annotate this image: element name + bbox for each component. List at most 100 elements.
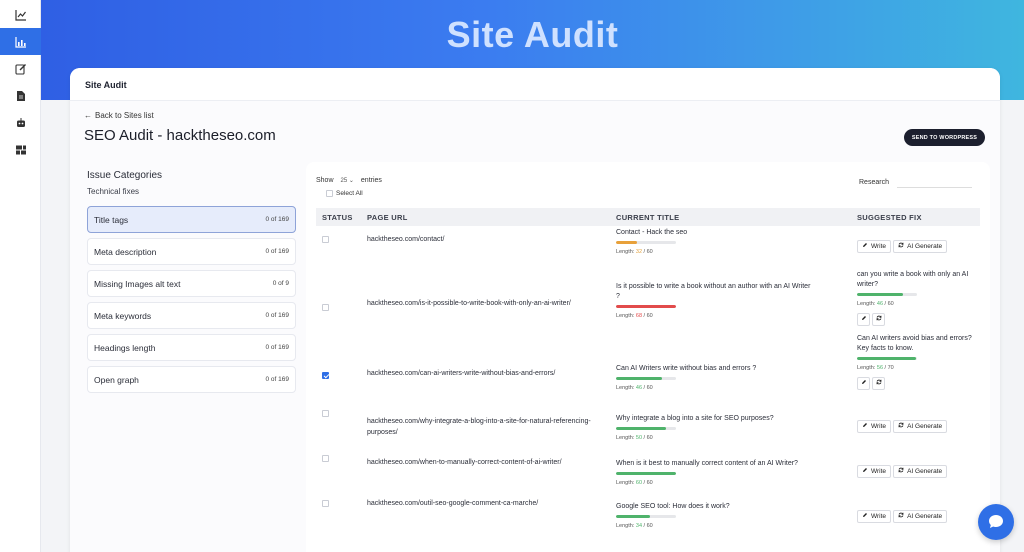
chat-widget-button[interactable] — [978, 504, 1014, 540]
col-suggested-fix: SUGGESTED FIX — [857, 212, 922, 222]
edit-suggestion-button[interactable] — [857, 377, 870, 390]
research-label: Research — [859, 178, 889, 186]
current-title: Google SEO tool: How does it work? Length… — [616, 502, 816, 531]
title-length-bar — [616, 427, 676, 430]
select-all[interactable]: Select All — [326, 190, 363, 197]
write-button[interactable]: Write — [857, 465, 892, 478]
issue-label: Open graph — [94, 374, 139, 385]
regenerate-button[interactable] — [872, 313, 885, 326]
row-checkbox[interactable] — [322, 410, 329, 417]
rail-site-audit[interactable] — [0, 28, 41, 55]
col-status: STATUS — [322, 212, 353, 222]
suggested-fix: Can AI writers avoid bias and errors? Ke… — [857, 334, 977, 390]
issue-count: 0 of 169 — [265, 376, 290, 383]
row-checkbox[interactable] — [322, 372, 329, 379]
title-length: Length: 60 / 60 — [616, 480, 653, 486]
page-url: hacktheseo.com/can-ai-writers-write-with… — [367, 370, 556, 377]
write-button[interactable]: Write — [857, 510, 892, 523]
chevron-down-icon: ⌄ — [348, 178, 354, 184]
refresh-icon — [876, 315, 882, 325]
ai-generate-button[interactable]: AI Generate — [893, 420, 948, 433]
current-title-text: Google SEO tool: How does it work? — [616, 503, 730, 510]
row-checkbox[interactable] — [322, 236, 329, 243]
issue-open-graph[interactable]: Open graph 0 of 169 — [87, 366, 296, 393]
research-box: Research — [859, 176, 972, 188]
entries-value: 25 — [340, 178, 348, 184]
issue-title-tags[interactable]: Title tags 0 of 169 — [87, 206, 296, 233]
issue-count: 0 of 169 — [265, 344, 290, 351]
ai-generate-button[interactable]: AI Generate — [893, 510, 948, 523]
select-all-label: Select All — [336, 190, 363, 197]
issue-label: Title tags — [94, 214, 129, 225]
write-button[interactable]: Write — [857, 240, 892, 253]
ai-generate-button[interactable]: AI Generate — [893, 465, 948, 478]
current-title: Why integrate a blog into a site for SEO… — [616, 414, 816, 443]
select-all-checkbox[interactable] — [326, 190, 333, 197]
rail-robot[interactable] — [0, 109, 41, 136]
left-rail — [0, 0, 41, 552]
issue-count: 0 of 169 — [265, 312, 290, 319]
refresh-icon — [898, 467, 904, 477]
send-to-wordpress-button[interactable]: SEND TO WORDPRESS — [904, 129, 985, 146]
page-title: SEO Audit - hacktheseo.com — [84, 127, 276, 144]
research-input[interactable] — [896, 176, 972, 188]
back-to-sites-link[interactable]: ← Back to Sites list — [84, 111, 154, 120]
edit-suggestion-button[interactable] — [857, 313, 870, 326]
robot-icon — [16, 117, 25, 127]
suggested-length-bar — [857, 357, 917, 360]
page-url: hacktheseo.com/is-it-possible-to-write-b… — [367, 300, 571, 307]
row-checkbox[interactable] — [322, 304, 329, 311]
line-chart-icon — [14, 9, 26, 21]
suggested-title-text: can you write a book with only an AI wri… — [857, 271, 969, 288]
title-length-bar — [616, 515, 676, 518]
rail-analytics[interactable] — [0, 1, 41, 28]
suggested-length: Length: 56 / 70 — [857, 365, 894, 371]
suggested-fix: Write AI Generate — [857, 465, 977, 478]
issue-count: 0 of 169 — [265, 248, 290, 255]
title-length-bar — [616, 241, 676, 244]
page-url: hacktheseo.com/outil-seo-google-comment-… — [367, 500, 539, 507]
current-title: Is it possible to write a book without a… — [616, 282, 816, 321]
rail-documents[interactable] — [0, 82, 41, 109]
rail-dashboard[interactable] — [0, 136, 41, 163]
suggested-length-bar — [857, 293, 917, 296]
pencil-icon — [861, 379, 867, 389]
current-title: Contact - Hack the seo Length: 32 / 60 — [616, 228, 816, 257]
refresh-icon — [898, 242, 904, 252]
issue-count: 0 of 9 — [272, 280, 289, 287]
table-header: STATUS PAGE URL CURRENT TITLE SUGGESTED … — [316, 208, 980, 226]
write-button[interactable]: Write — [857, 420, 892, 433]
issue-meta-description[interactable]: Meta description 0 of 169 — [87, 238, 296, 265]
title-length: Length: 32 / 60 — [616, 249, 653, 255]
dashboard-icon — [15, 145, 26, 154]
rail-editor[interactable] — [0, 55, 41, 82]
issue-headings-length[interactable]: Headings length 0 of 169 — [87, 334, 296, 361]
ai-generate-button[interactable]: AI Generate — [893, 240, 948, 253]
row-checkbox[interactable] — [322, 455, 329, 462]
entries-select[interactable]: 25 ⌄ — [341, 177, 354, 184]
issue-label: Meta description — [94, 246, 157, 257]
pencil-icon — [862, 467, 868, 477]
page-url: hacktheseo.com/contact/ — [367, 236, 445, 243]
audit-table-panel: Show 25 ⌄ entries Select All Research ST… — [306, 162, 990, 552]
entries-label: entries — [360, 177, 382, 184]
arrow-left-icon: ← — [84, 111, 92, 120]
title-length: Length: 50 / 60 — [616, 435, 653, 441]
title-length: Length: 46 / 60 — [616, 385, 653, 391]
current-title-text: When is it best to manually correct cont… — [616, 460, 798, 467]
pencil-icon — [862, 242, 868, 252]
refresh-icon — [898, 422, 904, 432]
regenerate-button[interactable] — [872, 377, 885, 390]
row-checkbox[interactable] — [322, 500, 329, 507]
card-header: Site Audit — [70, 68, 1000, 101]
issue-categories-title: Issue Categories — [87, 170, 163, 181]
refresh-icon — [876, 379, 882, 389]
title-length-bar — [616, 377, 676, 380]
issue-meta-keywords[interactable]: Meta keywords 0 of 169 — [87, 302, 296, 329]
col-current-title: CURRENT TITLE — [616, 212, 680, 222]
title-length-bar — [616, 472, 676, 475]
issue-missing-alt[interactable]: Missing Images alt text 0 of 9 — [87, 270, 296, 297]
issue-label: Missing Images alt text — [94, 278, 181, 289]
page-url: hacktheseo.com/when-to-manually-correct-… — [367, 459, 562, 466]
suggested-fix: Write AI Generate — [857, 510, 977, 523]
